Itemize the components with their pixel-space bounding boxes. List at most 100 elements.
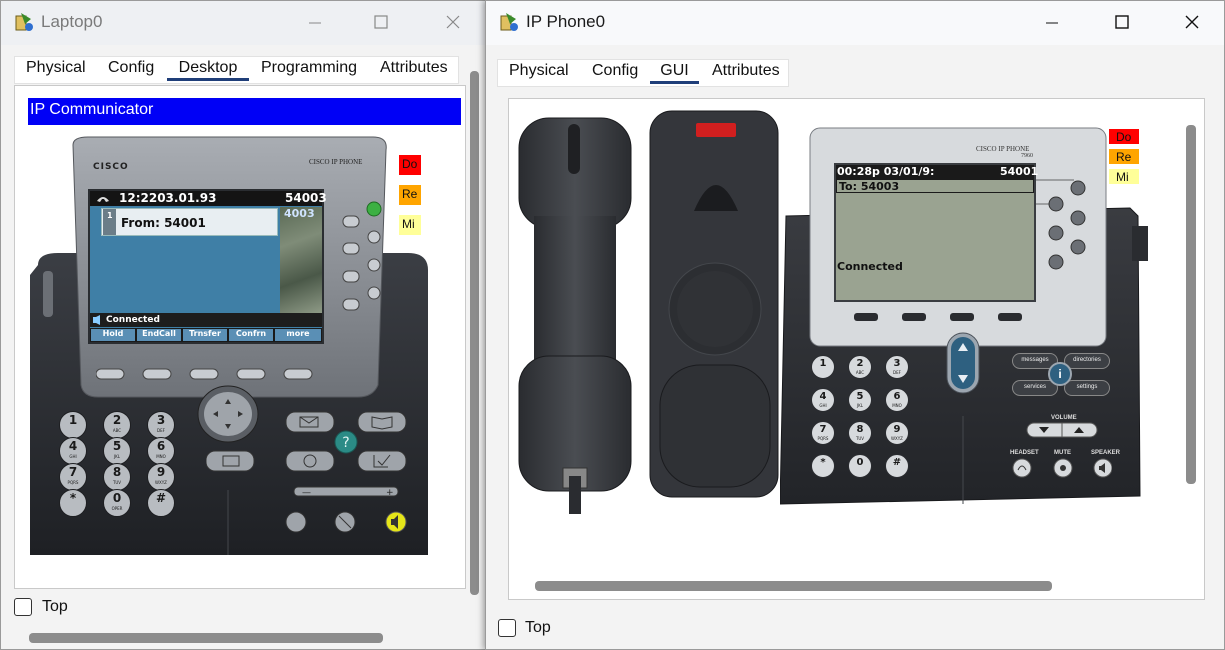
function-keys[interactable]: ? — + [206,409,416,539]
tab-config[interactable]: Config [592,62,638,80]
tab-attributes[interactable]: Attributes [712,62,780,80]
navigation-rocker[interactable] [945,331,981,395]
laptop-key-7[interactable]: 7 PQRS [59,463,87,491]
laptop-key-2[interactable]: 2 ABC [103,411,131,439]
laptop-key-4[interactable]: 4 GHI [59,437,87,465]
ipphone-key-star[interactable]: * [811,454,835,478]
tab-bar: Physical Config Desktop Programming Attr… [14,56,459,84]
ipphone-key-0[interactable]: 0 [848,454,872,478]
key-letters: ABC [112,428,122,433]
minimize-icon [309,22,321,24]
ipphone-key-1[interactable]: 1 [811,355,835,379]
ipphone-key-4[interactable]: 4 GHI [811,388,835,412]
re-button[interactable]: Re [1109,149,1139,164]
key-digit: 6 [893,391,901,402]
laptop-key-5[interactable]: 5 JKL [103,437,131,465]
softkey-more[interactable]: more [275,329,321,341]
packet-tracer-icon [15,13,33,31]
volume-rocker[interactable] [1026,422,1098,438]
directories-button[interactable]: directories [1064,353,1110,369]
tab-physical[interactable]: Physical [26,59,86,77]
phone-cradle [649,110,779,498]
laptop-key-0[interactable]: 0 OPER [103,489,131,517]
line-buttons[interactable] [339,201,389,316]
info-button[interactable]: i [1048,362,1072,386]
key-letters: DEF [893,370,901,375]
ipphone-key-hash[interactable]: # [885,454,909,478]
softkey-hold[interactable]: Hold [91,329,135,341]
audio-buttons[interactable] [1012,458,1112,480]
key-digit: 7 [819,424,827,435]
key-digit: 1 [68,413,78,427]
laptop-key-6[interactable]: 6 MNO [147,437,175,465]
ipphone-key-9[interactable]: 9 WXYZ [885,421,909,445]
minimize-button[interactable] [295,7,335,39]
softkey-transfer[interactable]: Trnsfer [183,329,227,341]
line-buttons[interactable] [1034,176,1090,274]
softkey-endcall[interactable]: EndCall [137,329,181,341]
vertical-scrollbar[interactable] [470,71,479,595]
key-digit: # [892,457,902,468]
ipphone-key-2[interactable]: 2 ABC [848,355,872,379]
ipphone-key-8[interactable]: 8 TUV [848,421,872,445]
key-digit: 8 [856,424,864,435]
tab-config[interactable]: Config [108,59,154,77]
top-checkbox[interactable] [14,598,32,616]
ipphone-key-6[interactable]: 6 MNO [885,388,909,412]
do-button[interactable]: Do [399,155,421,175]
lcd-time-date: 00:28p 03/01/9: [837,165,935,178]
minimize-button[interactable] [1032,7,1072,39]
svg-text:—: — [302,488,311,498]
key-digit: 2 [112,413,122,427]
laptop-key-9[interactable]: 9 WXYZ [147,463,175,491]
laptop-key-hash[interactable]: # [147,489,175,517]
svg-text:+: + [386,488,394,498]
softkey-buttons[interactable] [852,311,1024,323]
horizontal-scrollbar[interactable] [535,581,1052,591]
lcd-extension: 54001 [1000,165,1039,178]
phone-handset[interactable] [516,116,636,516]
tab-programming[interactable]: Programming [261,59,357,77]
tab-desktop[interactable]: Desktop [167,59,249,81]
line-number: 1 [107,211,113,220]
tab-physical[interactable]: Physical [509,62,569,80]
ipphone-key-5[interactable]: 5 JKL [848,388,872,412]
key-digit: 3 [893,358,901,369]
ip-communicator-bar: IP Communicator [28,98,461,125]
horizontal-scrollbar[interactable] [29,633,383,643]
laptop-key-3[interactable]: 3 DEF [147,411,175,439]
tab-gui[interactable]: GUI [650,62,699,84]
softkey-buttons[interactable] [96,367,316,381]
call-from-label: From: 54001 [121,216,206,230]
tab-attributes[interactable]: Attributes [380,59,448,77]
mi-button[interactable]: Mi [1109,169,1139,184]
lcd-to-line: To: 54003 [839,180,900,193]
re-button[interactable]: Re [399,185,421,205]
softkey-conference[interactable]: Confrn [229,329,273,341]
close-button[interactable] [433,7,473,39]
close-button[interactable] [1172,7,1212,39]
vertical-scrollbar[interactable] [1186,125,1196,484]
key-digit: 0 [856,457,864,468]
phone-model-number: 7960 [1021,153,1033,159]
key-digit: * [69,491,77,505]
do-button[interactable]: Do [1109,129,1139,144]
mi-button[interactable]: Mi [399,215,421,235]
key-digit: 9 [156,465,166,479]
laptop-key-star[interactable]: * [59,489,87,517]
ipphone-key-3[interactable]: 3 DEF [885,355,909,379]
laptop-key-8[interactable]: 8 TUV [103,463,131,491]
key-digit: 5 [856,391,864,402]
settings-button[interactable]: settings [1064,380,1110,396]
window-title: IP Phone0 [526,12,606,31]
key-letters: ABC [855,370,865,375]
ipphone-key-7[interactable]: 7 PQRS [811,421,835,445]
top-checkbox[interactable] [498,619,516,637]
key-digit: 4 [68,439,78,453]
maximize-button[interactable] [1102,7,1142,39]
laptop-key-1[interactable]: 1 [59,411,87,439]
laptop-titlebar[interactable]: Laptop0 [1,1,485,45]
ipphone-titlebar[interactable]: IP Phone0 [486,1,1224,45]
maximize-button[interactable] [361,7,401,39]
lcd-status: Connected [106,315,160,325]
